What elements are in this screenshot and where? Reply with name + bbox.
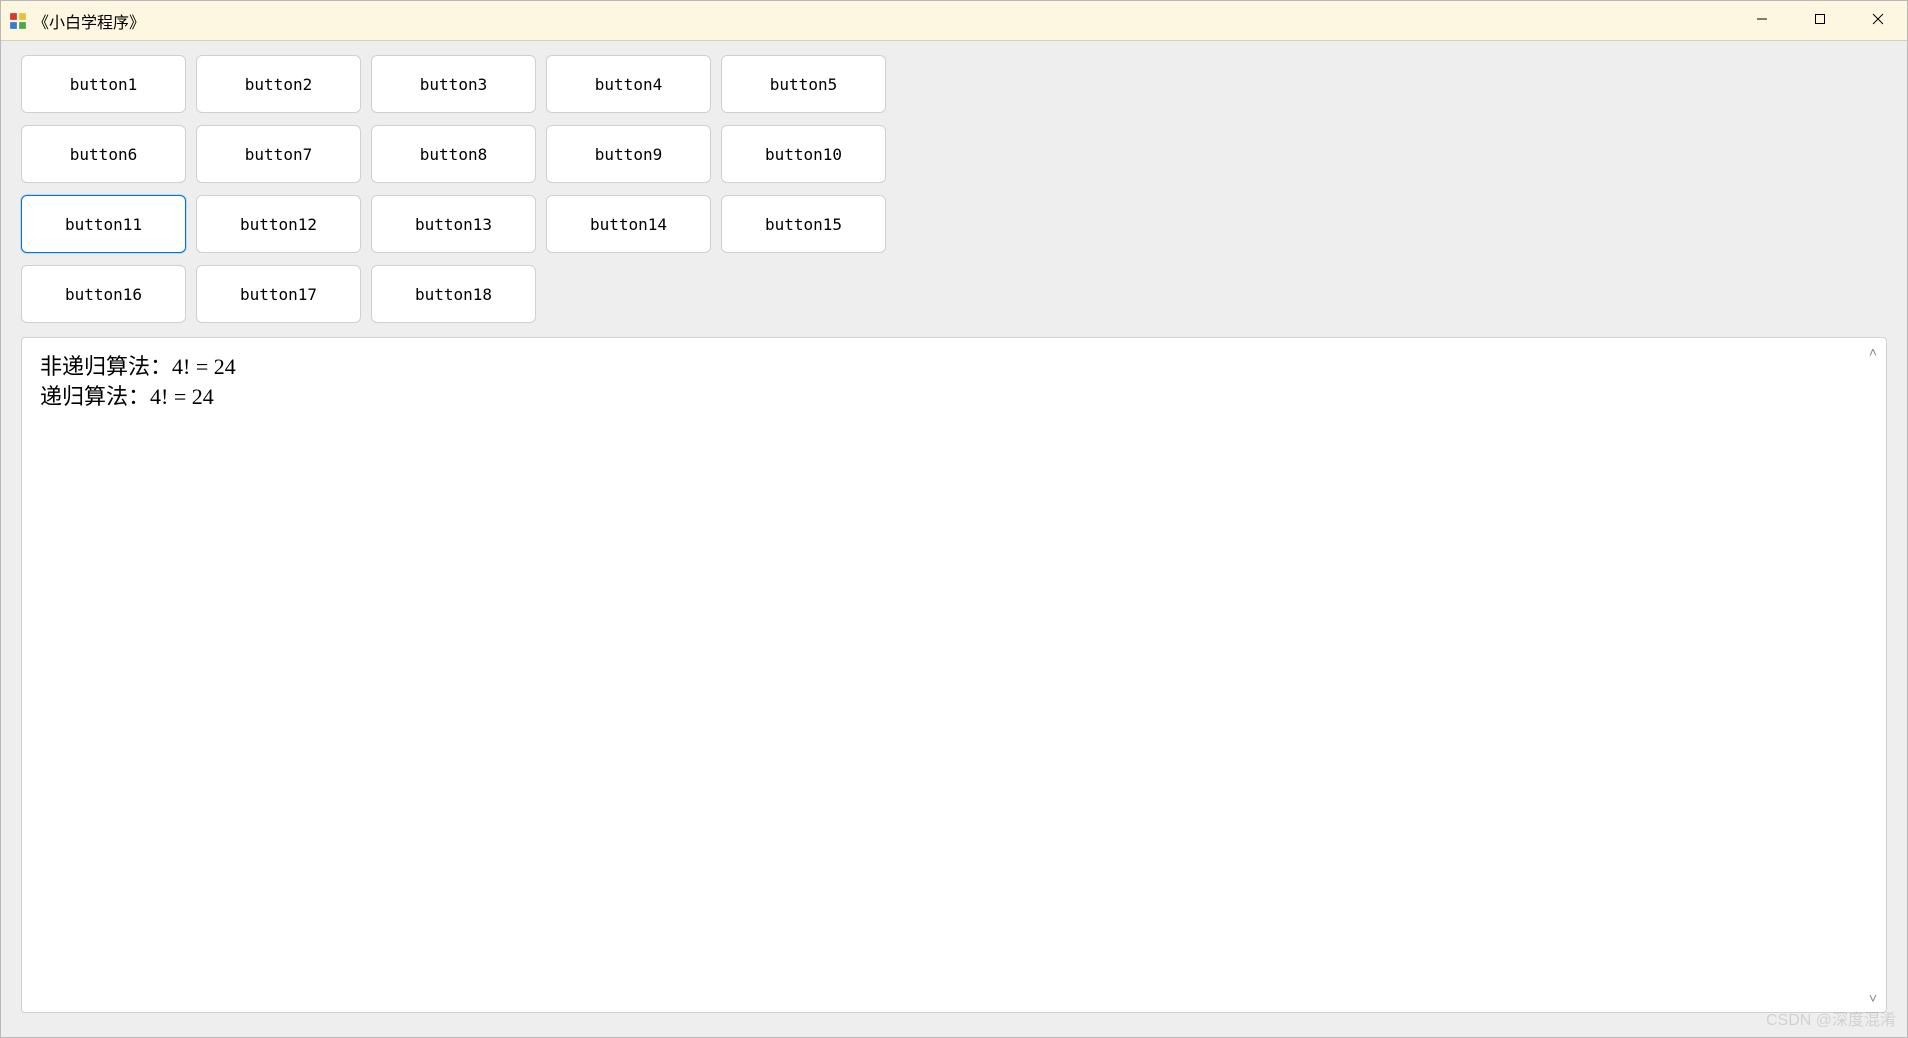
minimize-icon xyxy=(1756,12,1768,30)
chevron-down-icon: ˅ xyxy=(1869,990,1877,1006)
button-1[interactable]: button1 xyxy=(21,55,186,113)
button-row: button16 button17 button18 xyxy=(21,265,1887,323)
scroll-down-arrow[interactable]: ˅ xyxy=(1864,990,1882,1006)
output-panel: 非递归算法：4! = 24 递归算法：4! = 24 ˄ ˅ xyxy=(21,337,1887,1013)
app-icon xyxy=(9,12,27,30)
button-18[interactable]: button18 xyxy=(371,265,536,323)
output-text[interactable]: 非递归算法：4! = 24 递归算法：4! = 24 xyxy=(22,338,1886,426)
maximize-button[interactable] xyxy=(1791,1,1849,40)
button-2[interactable]: button2 xyxy=(196,55,361,113)
titlebar[interactable]: 《小白学程序》 xyxy=(1,1,1907,41)
button-row: button6 button7 button8 button9 button10 xyxy=(21,125,1887,183)
close-button[interactable] xyxy=(1849,1,1907,40)
window-controls xyxy=(1733,1,1907,40)
button-row: button1 button2 button3 button4 button5 xyxy=(21,55,1887,113)
button-14[interactable]: button14 xyxy=(546,195,711,253)
button-10[interactable]: button10 xyxy=(721,125,886,183)
button-16[interactable]: button16 xyxy=(21,265,186,323)
button-5[interactable]: button5 xyxy=(721,55,886,113)
button-4[interactable]: button4 xyxy=(546,55,711,113)
minimize-button[interactable] xyxy=(1733,1,1791,40)
client-area: button1 button2 button3 button4 button5 … xyxy=(1,41,1907,1037)
button-row: button11 button12 button13 button14 butt… xyxy=(21,195,1887,253)
button-17[interactable]: button17 xyxy=(196,265,361,323)
button-11[interactable]: button11 xyxy=(21,195,186,253)
button-7[interactable]: button7 xyxy=(196,125,361,183)
button-grid: button1 button2 button3 button4 button5 … xyxy=(21,55,1887,323)
chevron-up-icon: ˄ xyxy=(1869,344,1877,360)
close-icon xyxy=(1872,12,1884,30)
button-12[interactable]: button12 xyxy=(196,195,361,253)
button-9[interactable]: button9 xyxy=(546,125,711,183)
button-3[interactable]: button3 xyxy=(371,55,536,113)
maximize-icon xyxy=(1814,12,1826,30)
window-title: 《小白学程序》 xyxy=(33,9,1733,33)
button-8[interactable]: button8 xyxy=(371,125,536,183)
button-13[interactable]: button13 xyxy=(371,195,536,253)
button-15[interactable]: button15 xyxy=(721,195,886,253)
window-frame: 《小白学程序》 button1 button2 xyxy=(0,0,1908,1038)
button-6[interactable]: button6 xyxy=(21,125,186,183)
scroll-up-arrow[interactable]: ˄ xyxy=(1864,344,1882,360)
